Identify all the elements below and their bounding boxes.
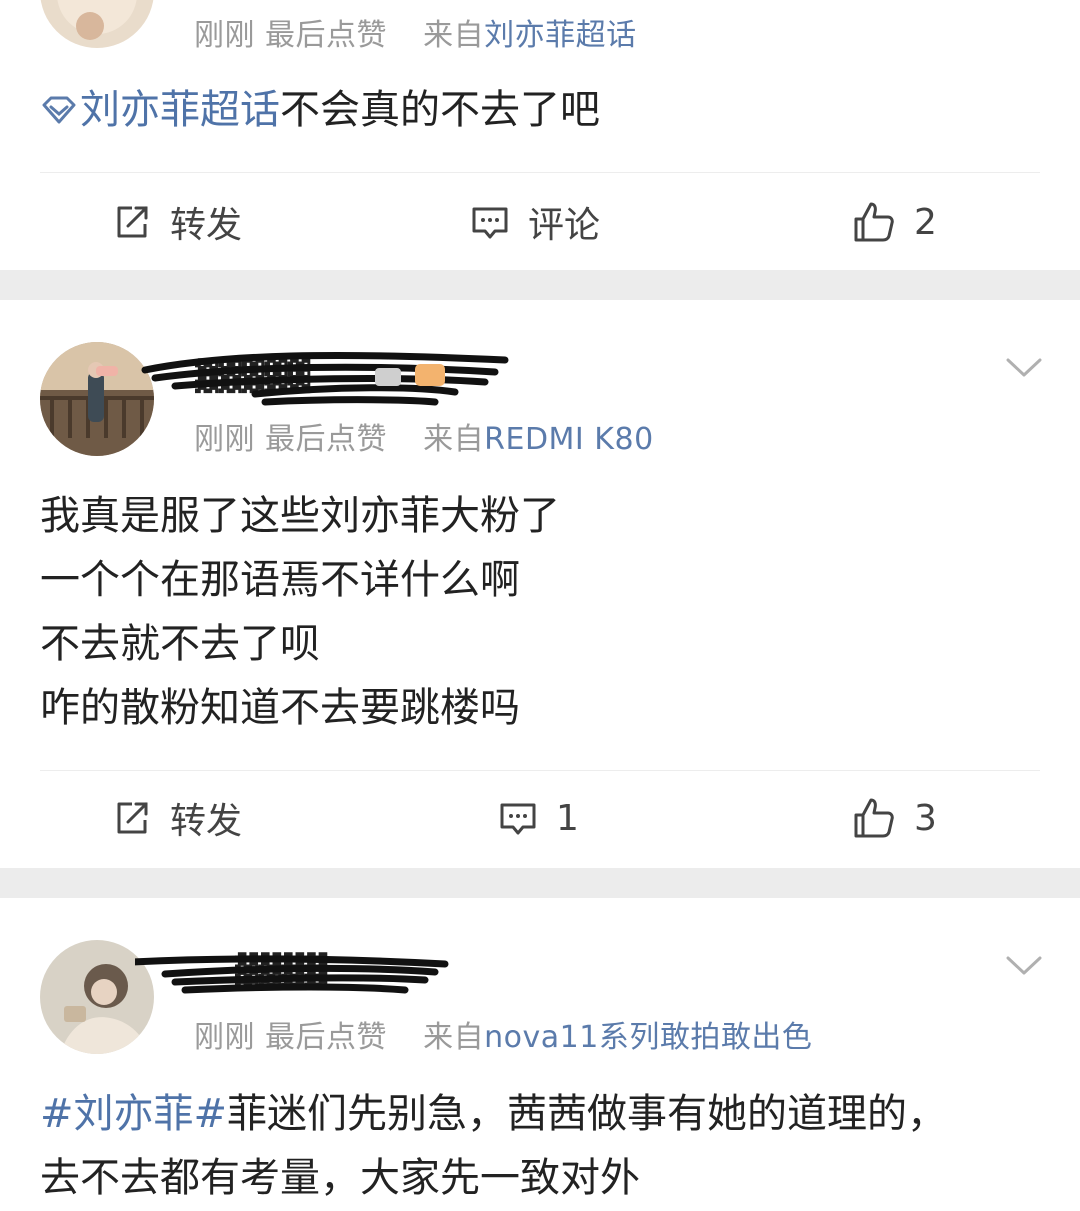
post-meta: 刚刚 最后点赞 来自nova11系列敢拍敢出色 [194,1012,812,1056]
post-card-3: ▓▓▓▓ 刚刚 最后点赞 来自nova11系列敢拍敢出色 #刘亦菲#菲迷们先别急… [0,898,1080,1211]
from-prefix: 来自 [423,18,485,53]
comment-label: 评论 [528,205,601,246]
card-gap [0,270,1080,300]
last-liked-label: 最后点赞 [265,18,388,53]
comment-count: 1 [556,797,579,839]
post-actions: 转发 评论 2 [0,172,1080,272]
post-meta: 刚刚 最后点赞 来自REDMI K80 [194,414,654,458]
like-count: 2 [914,201,937,243]
hashtag-link[interactable]: #刘亦菲# [40,1091,227,1137]
post-content: 我真是服了这些刘亦菲大粉了 一个个在那语焉不详什么啊 不去就不去了呗 咋的散粉知… [40,484,1040,740]
like-icon [854,202,894,242]
post-content: #刘亦菲#菲迷们先别急，茜茜做事有她的道理的， 去不去都有考量，大家先一致对外 [40,1082,1040,1210]
post-text-line: 我真是服了这些刘亦菲大粉了 [40,493,560,539]
like-button[interactable]: 2 [852,172,937,272]
post-time: 刚刚 [194,422,255,457]
chevron-down-icon[interactable] [1004,356,1044,380]
repost-button[interactable]: 转发 [112,768,242,868]
comment-button[interactable]: 评论 [470,172,600,272]
super-topic-label: 刘亦菲超话 [80,87,280,133]
last-liked-label: 最后点赞 [265,1020,388,1055]
post-text-line: 咋的散粉知道不去要跳楼吗 [40,685,520,731]
repost-label: 转发 [170,205,243,246]
post-time: 刚刚 [194,1020,255,1055]
last-liked-label: 最后点赞 [265,422,388,457]
post-time: 刚刚 [194,18,255,53]
comment-button[interactable]: 1 [498,768,579,868]
post-meta: 刚刚 最后点赞 来自刘亦菲超话 [194,10,637,54]
post-text: 不会真的不去了吧 [280,87,600,133]
redacted-username: ▓▓▓▓▓ [141,351,509,406]
from-prefix: 来自 [423,1020,485,1055]
post-card-1: 刚刚 最后点赞 来自刘亦菲超话 刘亦菲超话不会真的不去了吧 转发 评论 2 [0,0,1080,270]
post-text-line: 不去就不去了呗 [40,621,320,667]
chevron-down-icon[interactable] [1004,954,1044,978]
like-icon [854,798,894,838]
post-text-line: 一个个在那语焉不详什么啊 [40,557,520,603]
card-gap [0,868,1080,898]
repost-icon [117,206,148,238]
repost-label: 转发 [170,801,243,842]
post-source-link[interactable]: nova11系列敢拍敢出色 [484,1020,812,1055]
repost-button[interactable]: 转发 [112,172,242,272]
post-text-line: 去不去都有考量，大家先一致对外 [40,1155,640,1201]
post-card-2: ▓▓▓▓▓ 刚刚 最后点赞 来自REDMI K80 我真是服了这些刘亦菲大粉了 … [0,300,1080,868]
comment-icon [500,803,536,835]
post-actions: 转发 1 3 [0,768,1080,868]
post-source-link[interactable]: 刘亦菲超话 [484,18,637,53]
post-text: 菲迷们先别急，茜茜做事有她的道理的， [227,1091,948,1137]
comment-icon [472,207,508,239]
like-count: 3 [914,797,937,839]
repost-icon [117,802,148,834]
redacted-username: ▓▓▓▓ [135,951,449,994]
weibo-comment-feed: 刚刚 最后点赞 来自刘亦菲超话 刘亦菲超话不会真的不去了吧 转发 评论 2 ▓▓… [0,0,1080,1211]
super-topic-icon [42,96,76,124]
post-source-link[interactable]: REDMI K80 [484,422,654,457]
like-button[interactable]: 3 [852,768,937,868]
post-content: 刘亦菲超话不会真的不去了吧 [40,78,1040,142]
avatar[interactable] [40,0,154,48]
from-prefix: 来自 [423,422,485,457]
super-topic-link[interactable]: 刘亦菲超话 [40,87,280,133]
